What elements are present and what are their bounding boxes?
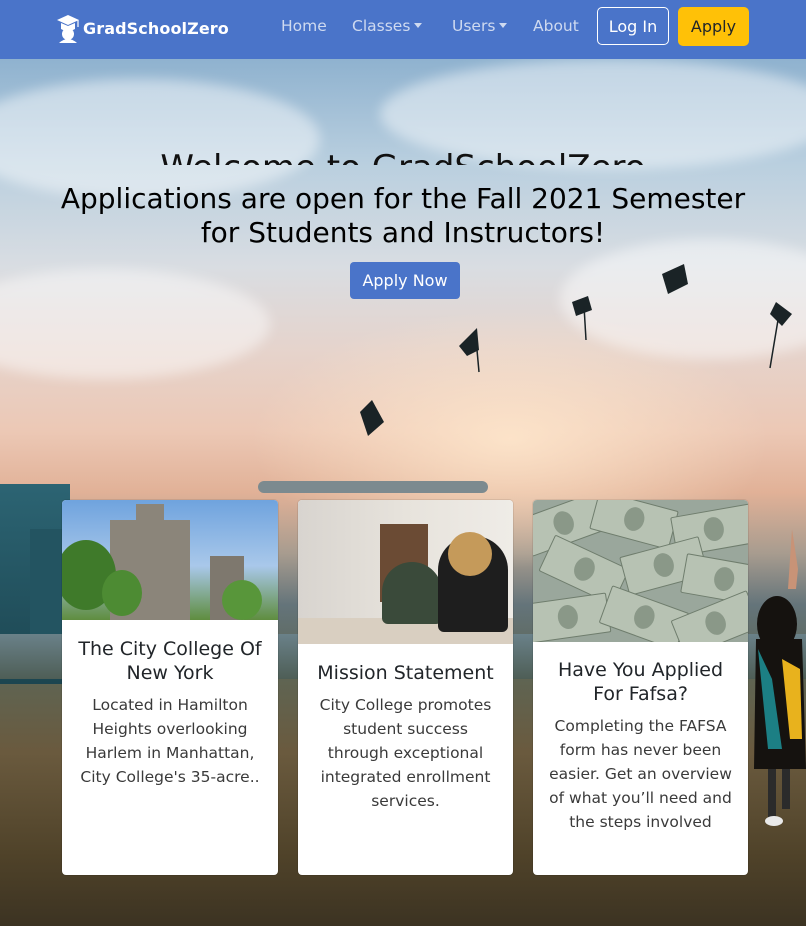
- tree-image: [222, 580, 262, 620]
- graduation-cap-logo-icon: [57, 15, 79, 43]
- graduation-cap-image: [572, 296, 592, 341]
- graduation-cap-image: [769, 302, 792, 369]
- cloud: [0, 269, 270, 379]
- graduation-cap-image: [360, 400, 384, 436]
- caret-down-icon: [499, 23, 508, 28]
- graduation-cap-image: [459, 328, 480, 373]
- building-image: [136, 504, 164, 544]
- bridge: [258, 481, 488, 493]
- tree-image: [102, 570, 142, 616]
- cloud: [0, 79, 320, 199]
- nav-users-label: Users: [452, 17, 496, 35]
- card-text: Completing the FAFSA form has never been…: [549, 717, 732, 831]
- card-text: Located in Hamilton Heights overlooking …: [80, 696, 260, 786]
- nav-classes-label: Classes: [352, 17, 411, 35]
- apply-button[interactable]: Apply: [678, 7, 749, 46]
- nav-users-dropdown[interactable]: Users: [452, 17, 508, 35]
- nav-about[interactable]: About: [533, 17, 579, 35]
- student-image: [382, 562, 442, 624]
- card-title: Mission Statement: [317, 662, 494, 684]
- card-text: City College promotes student success th…: [319, 696, 492, 810]
- welcome-heading-clip: Welcome to GradSchoolZero: [0, 148, 806, 165]
- dollar-bill-image: [589, 500, 679, 550]
- card-title: The City College Of New York: [78, 638, 262, 684]
- graduation-cap-image: [662, 264, 688, 294]
- card-title: Have You Applied For Fafsa?: [557, 659, 724, 705]
- students-image: [298, 500, 513, 644]
- card-fafsa: Have You Applied For Fafsa? Completing t…: [533, 500, 748, 875]
- login-button[interactable]: Log In: [597, 7, 669, 45]
- apply-now-button[interactable]: Apply Now: [350, 262, 460, 299]
- nav-classes-dropdown[interactable]: Classes: [352, 17, 423, 35]
- city-college-image: [62, 500, 278, 620]
- brand-link[interactable]: GradSchoolZero: [56, 11, 229, 45]
- card-city-college: The City College Of New York Located in …: [62, 500, 278, 875]
- card-mission-statement: Mission Statement City College promotes …: [298, 500, 513, 875]
- hero-headline: Applications are open for the Fall 2021 …: [60, 182, 746, 249]
- navbar: GradSchoolZero Home Classes Users About …: [0, 0, 806, 59]
- money-image: [533, 500, 748, 642]
- caret-down-icon: [414, 23, 423, 28]
- nav-home[interactable]: Home: [281, 17, 327, 35]
- student-hair-image: [448, 532, 492, 576]
- graduate-figure: [754, 529, 806, 826]
- brand-name: GradSchoolZero: [83, 18, 229, 38]
- welcome-heading: Welcome to GradSchoolZero: [0, 148, 806, 165]
